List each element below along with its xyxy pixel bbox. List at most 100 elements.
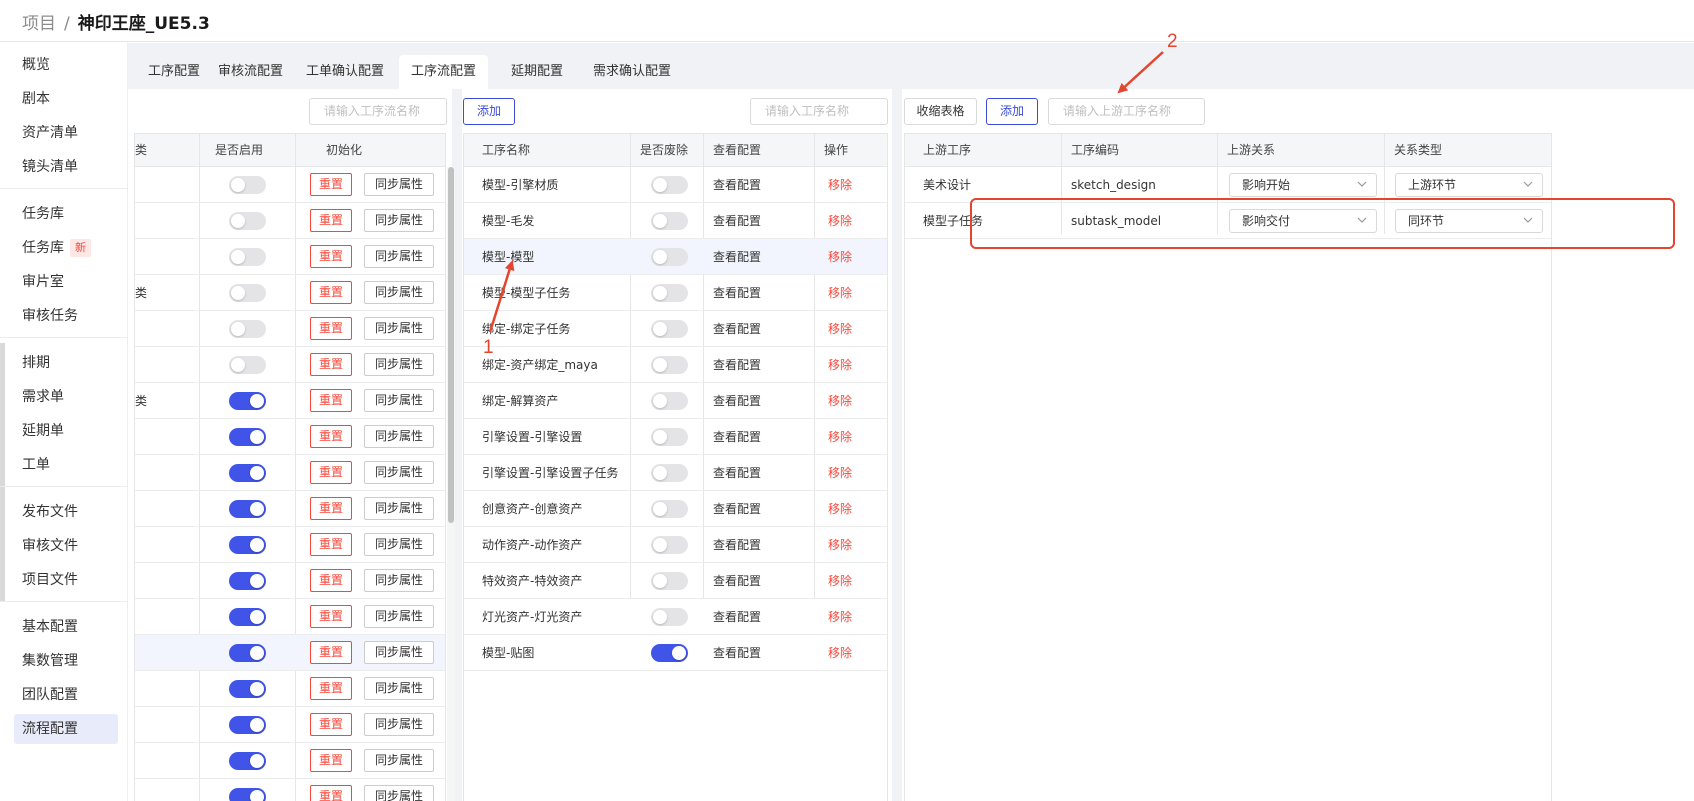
deprecated-switch[interactable] <box>651 428 688 446</box>
table-row[interactable]: 绑定-绑定子任务 查看配置 移除 <box>464 311 887 347</box>
enabled-switch[interactable] <box>229 428 266 446</box>
sync-attributes-button[interactable]: 同步属性 <box>364 317 434 340</box>
tab-5[interactable]: 需求确认配置 <box>581 55 683 89</box>
enabled-switch[interactable] <box>229 176 266 194</box>
deprecated-switch[interactable] <box>651 176 688 194</box>
view-config-link[interactable]: 查看配置 <box>713 203 761 239</box>
reset-button[interactable]: 重置 <box>310 317 352 340</box>
view-config-link[interactable]: 查看配置 <box>713 491 761 527</box>
tab-0[interactable]: 工序配置 <box>136 55 212 89</box>
remove-link[interactable]: 移除 <box>828 563 852 599</box>
tab-1[interactable]: 审核流配置 <box>206 55 295 89</box>
enabled-switch[interactable] <box>229 212 266 230</box>
sidebar-item-7[interactable]: 审核任务 <box>14 301 118 331</box>
view-config-link[interactable]: 查看配置 <box>713 635 761 671</box>
enabled-switch[interactable] <box>229 572 266 590</box>
enabled-switch[interactable] <box>229 608 266 626</box>
sync-attributes-button[interactable]: 同步属性 <box>364 641 434 664</box>
tab-4[interactable]: 延期配置 <box>499 55 575 89</box>
reset-button[interactable]: 重置 <box>310 209 352 232</box>
view-config-link[interactable]: 查看配置 <box>713 419 761 455</box>
flow-search-input[interactable]: 请输入工序流名称 <box>309 98 447 125</box>
sync-attributes-button[interactable]: 同步属性 <box>364 569 434 592</box>
sidebar-item-13[interactable]: 审核文件 <box>14 531 118 561</box>
table-row[interactable]: 模型-模型子任务 查看配置 移除 <box>464 275 887 311</box>
sync-attributes-button[interactable]: 同步属性 <box>364 353 434 376</box>
enabled-switch[interactable] <box>229 500 266 518</box>
reset-button[interactable]: 重置 <box>310 677 352 700</box>
remove-link[interactable]: 移除 <box>828 491 852 527</box>
sidebar-item-9[interactable]: 需求单 <box>14 382 118 412</box>
remove-link[interactable]: 移除 <box>828 383 852 419</box>
table-row[interactable]: 重置 同步属性 <box>135 455 445 491</box>
table-row[interactable]: 重置 同步属性 <box>135 779 445 801</box>
view-config-link[interactable]: 查看配置 <box>713 383 761 419</box>
remove-link[interactable]: 移除 <box>828 635 852 671</box>
breadcrumb-root[interactable]: 项目 <box>22 14 56 34</box>
view-config-link[interactable]: 查看配置 <box>713 455 761 491</box>
table-row[interactable]: 创意资产-创意资产 查看配置 移除 <box>464 491 887 527</box>
view-config-link[interactable]: 查看配置 <box>713 239 761 275</box>
sync-attributes-button[interactable]: 同步属性 <box>364 605 434 628</box>
table-row[interactable]: 引擎设置-引擎设置 查看配置 移除 <box>464 419 887 455</box>
sync-attributes-button[interactable]: 同步属性 <box>364 749 434 772</box>
tab-3[interactable]: 工序流配置 <box>399 55 489 89</box>
deprecated-switch[interactable] <box>651 572 688 590</box>
sidebar-item-18[interactable]: 流程配置 <box>14 714 118 744</box>
reset-button[interactable]: 重置 <box>310 605 352 628</box>
table-row[interactable]: 重置 同步属性 <box>135 347 445 383</box>
table-row[interactable]: 重置 同步属性 <box>135 491 445 527</box>
deprecated-switch[interactable] <box>651 608 688 626</box>
deprecated-switch[interactable] <box>651 536 688 554</box>
enabled-switch[interactable] <box>229 248 266 266</box>
sidebar-item-5[interactable]: 任务库新 <box>14 233 118 263</box>
deprecated-switch[interactable] <box>651 464 688 482</box>
enabled-switch[interactable] <box>229 752 266 770</box>
enabled-switch[interactable] <box>229 464 266 482</box>
deprecated-switch[interactable] <box>651 320 688 338</box>
table-row[interactable]: 模型-毛发 查看配置 移除 <box>464 203 887 239</box>
reset-button[interactable]: 重置 <box>310 569 352 592</box>
sidebar-item-8[interactable]: 排期 <box>14 348 118 378</box>
table-row[interactable]: 模型-贴图 查看配置 移除 <box>464 635 887 671</box>
sidebar-item-16[interactable]: 集数管理 <box>14 646 118 676</box>
view-config-link[interactable]: 查看配置 <box>713 311 761 347</box>
reset-button[interactable]: 重置 <box>310 785 352 801</box>
table-row[interactable]: 重置 同步属性 <box>135 239 445 275</box>
remove-link[interactable]: 移除 <box>828 419 852 455</box>
remove-link[interactable]: 移除 <box>828 311 852 347</box>
sidebar-item-15[interactable]: 基本配置 <box>14 612 118 642</box>
sidebar-item-2[interactable]: 资产清单 <box>14 118 118 148</box>
remove-link[interactable]: 移除 <box>828 455 852 491</box>
reset-button[interactable]: 重置 <box>310 533 352 556</box>
process-search-input[interactable]: 请输入工序名称 <box>750 98 888 125</box>
deprecated-switch[interactable] <box>651 500 688 518</box>
reset-button[interactable]: 重置 <box>310 245 352 268</box>
sidebar-scrollbar[interactable] <box>0 343 5 601</box>
enabled-switch[interactable] <box>229 284 266 302</box>
flow-table-scrollbar[interactable] <box>447 167 455 801</box>
sync-attributes-button[interactable]: 同步属性 <box>364 281 434 304</box>
table-row[interactable]: 重置 同步属性 <box>135 743 445 779</box>
deprecated-switch[interactable] <box>651 392 688 410</box>
view-config-link[interactable]: 查看配置 <box>713 275 761 311</box>
enabled-switch[interactable] <box>229 716 266 734</box>
remove-link[interactable]: 移除 <box>828 527 852 563</box>
table-row[interactable]: 类 重置 同步属性 <box>135 275 445 311</box>
enabled-switch[interactable] <box>229 392 266 410</box>
reset-button[interactable]: 重置 <box>310 389 352 412</box>
sync-attributes-button[interactable]: 同步属性 <box>364 209 434 232</box>
sync-attributes-button[interactable]: 同步属性 <box>364 245 434 268</box>
reset-button[interactable]: 重置 <box>310 173 352 196</box>
view-config-link[interactable]: 查看配置 <box>713 527 761 563</box>
table-row[interactable]: 重置 同步属性 <box>135 311 445 347</box>
add-upstream-button[interactable]: 添加 <box>986 98 1038 125</box>
upstream-relation-select[interactable]: 影响开始 <box>1229 173 1377 197</box>
remove-link[interactable]: 移除 <box>828 167 852 203</box>
reset-button[interactable]: 重置 <box>310 497 352 520</box>
sidebar-item-3[interactable]: 镜头清单 <box>14 152 118 182</box>
table-row[interactable]: 引擎设置-引擎设置子任务 查看配置 移除 <box>464 455 887 491</box>
table-row[interactable]: 模型-模型 查看配置 移除 <box>464 239 887 275</box>
remove-link[interactable]: 移除 <box>828 347 852 383</box>
enabled-switch[interactable] <box>229 680 266 698</box>
